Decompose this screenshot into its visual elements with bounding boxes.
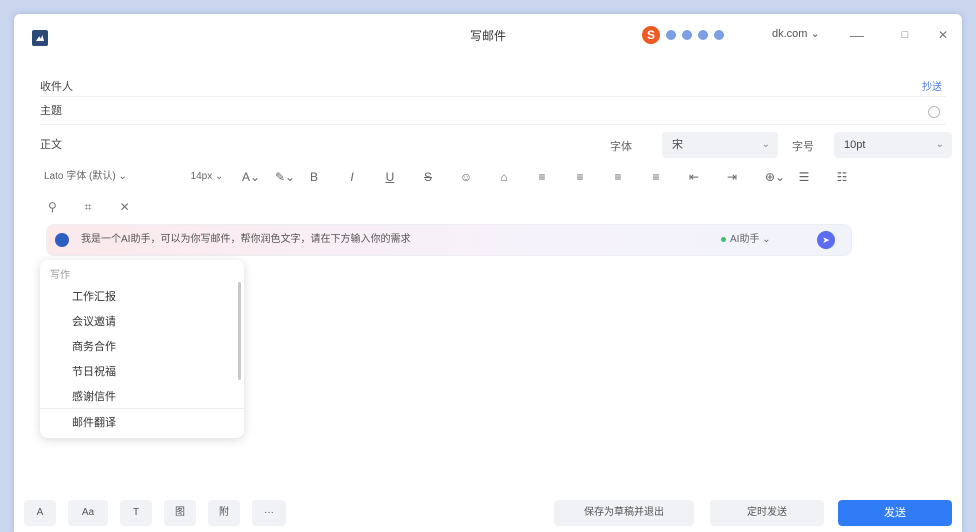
menu-header: 写作 bbox=[50, 270, 70, 281]
sender-account-value: dk.com bbox=[772, 28, 808, 40]
align-left-icon[interactable]: ≡ bbox=[530, 166, 554, 188]
title-bar: 写邮件 S dk.com ⌄ — □ ✕ bbox=[14, 14, 962, 56]
ime-voice-icon[interactable] bbox=[698, 30, 708, 40]
italic-icon[interactable]: I bbox=[340, 166, 364, 188]
chevron-down-icon: ⌄ bbox=[810, 28, 820, 40]
status-dot-icon bbox=[721, 236, 726, 242]
text-size-button[interactable]: A bbox=[24, 500, 56, 526]
divider bbox=[40, 124, 946, 125]
sogou-ime-icon[interactable]: S bbox=[642, 26, 660, 44]
font-color-icon[interactable]: A⌄ bbox=[234, 166, 268, 188]
ai-assistant-bar[interactable]: 我是一个AI助手，可以为你写邮件，帮你润色文字，请在下方输入你的需求 AI助手 … bbox=[46, 224, 852, 256]
format-toolbar: Lato 字体 (默认) ⌄ 14px ⌄ A⌄ ✎⌄ B I U S ☺ ⌂ … bbox=[44, 166, 962, 188]
size-select[interactable]: 10pt ⌄ bbox=[834, 132, 952, 158]
indent-decrease-icon[interactable]: ⇤ bbox=[682, 166, 706, 188]
attachment-icon[interactable] bbox=[928, 106, 940, 118]
body-label: 正文 bbox=[40, 139, 62, 151]
menu-item-footer[interactable]: 邮件翻译 bbox=[72, 414, 116, 430]
bullet-list-icon[interactable]: ☰ bbox=[792, 166, 816, 188]
minimize-button[interactable]: — bbox=[846, 24, 868, 46]
subject-label: 主题 bbox=[40, 105, 62, 117]
ai-model-select[interactable]: AI助手 ⌄ bbox=[721, 225, 771, 255]
table-icon[interactable]: ⌗ bbox=[85, 200, 92, 215]
ime-toolbar[interactable]: S bbox=[642, 25, 724, 45]
cc-link[interactable]: 抄送 bbox=[922, 78, 942, 93]
subject-field[interactable]: 主题 bbox=[40, 100, 62, 122]
highlight-icon[interactable]: ✎⌄ bbox=[268, 166, 302, 188]
align-justify-icon[interactable]: ≡ bbox=[644, 166, 668, 188]
text-button[interactable]: T bbox=[120, 500, 152, 526]
ime-lang-icon[interactable] bbox=[666, 30, 676, 40]
to-field[interactable]: 收件人 bbox=[40, 76, 73, 98]
format-painter-icon[interactable]: ⌂ bbox=[492, 166, 516, 188]
align-center-icon[interactable]: ≡ bbox=[568, 166, 592, 188]
to-label: 收件人 bbox=[40, 81, 73, 93]
align-right-icon[interactable]: ≡ bbox=[606, 166, 630, 188]
app-icon bbox=[32, 30, 48, 46]
bottom-action-bar: A Aa T 图 附 ··· 保存为草稿并退出 定时发送 发送 bbox=[14, 500, 962, 532]
ime-settings-icon[interactable] bbox=[714, 30, 724, 40]
ai-writing-menu: 写作 工作汇报 会议邀请 商务合作 节日祝福 感谢信件 邮件翻译 bbox=[40, 260, 244, 438]
font-select-value: 宋 bbox=[672, 139, 683, 151]
menu-item[interactable]: 节日祝福 bbox=[72, 363, 116, 379]
more-button[interactable]: ··· bbox=[252, 500, 286, 526]
size-select-value: 10pt bbox=[844, 139, 866, 151]
size-label: 字号 bbox=[792, 141, 814, 153]
window-title: 写邮件 bbox=[469, 29, 506, 43]
menu-item[interactable]: 工作汇报 bbox=[72, 288, 116, 304]
attach-button[interactable]: 附 bbox=[208, 500, 240, 526]
chevron-down-icon: ⌄ bbox=[935, 139, 944, 150]
menu-divider bbox=[40, 408, 244, 409]
send-button[interactable]: 发送 bbox=[838, 500, 952, 526]
font-size-select[interactable]: 14px ⌄ bbox=[180, 166, 234, 188]
schedule-send-button[interactable]: 定时发送 bbox=[710, 500, 824, 526]
menu-scrollbar[interactable] bbox=[238, 282, 241, 380]
menu-item[interactable]: 会议邀请 bbox=[72, 313, 116, 329]
ai-prompt-text[interactable]: 我是一个AI助手，可以为你写邮件，帮你润色文字，请在下方输入你的需求 bbox=[81, 225, 410, 255]
strikethrough-icon[interactable]: S bbox=[416, 166, 440, 188]
numbered-list-icon[interactable]: ☷ bbox=[830, 166, 854, 188]
ai-assistant-icon bbox=[55, 233, 69, 247]
compose-window: 写邮件 S dk.com ⌄ — □ ✕ 收件人 抄送 主题 正文 字体 宋 ⌄… bbox=[14, 14, 962, 532]
font-family-value: Lato 字体 (默认) bbox=[44, 171, 116, 182]
sender-account-select[interactable]: dk.com ⌄ bbox=[772, 27, 820, 40]
font-select[interactable]: 宋 ⌄ bbox=[662, 132, 778, 158]
line-height-icon[interactable]: ⊕⌄ bbox=[758, 166, 792, 188]
font-button[interactable]: Aa bbox=[68, 500, 108, 526]
image-button[interactable]: 图 bbox=[164, 500, 196, 526]
menu-item[interactable]: 感谢信件 bbox=[72, 388, 116, 404]
link-icon[interactable]: ⚲ bbox=[48, 200, 57, 215]
clear-format-icon[interactable]: ✕ bbox=[120, 200, 130, 215]
font-family-select[interactable]: Lato 字体 (默认) ⌄ bbox=[44, 166, 180, 188]
font-label: 字体 bbox=[610, 141, 632, 153]
divider bbox=[40, 96, 946, 97]
emoji-icon[interactable]: ☺ bbox=[454, 166, 478, 188]
chevron-down-icon: ⌄ bbox=[761, 139, 770, 150]
save-draft-button[interactable]: 保存为草稿并退出 bbox=[554, 500, 694, 526]
underline-icon[interactable]: U bbox=[378, 166, 402, 188]
maximize-button[interactable]: □ bbox=[894, 24, 916, 46]
bold-icon[interactable]: B bbox=[302, 166, 326, 188]
menu-item[interactable]: 商务合作 bbox=[72, 338, 116, 354]
format-toolbar-row2: ⚲ ⌗ ✕ bbox=[48, 200, 130, 215]
font-size-value: 14px bbox=[190, 171, 213, 182]
ai-model-label: AI助手 bbox=[730, 234, 760, 245]
ime-punct-icon[interactable] bbox=[682, 30, 692, 40]
ai-send-button[interactable]: ➤ bbox=[817, 231, 835, 249]
close-button[interactable]: ✕ bbox=[932, 24, 954, 46]
indent-increase-icon[interactable]: ⇥ bbox=[720, 166, 744, 188]
